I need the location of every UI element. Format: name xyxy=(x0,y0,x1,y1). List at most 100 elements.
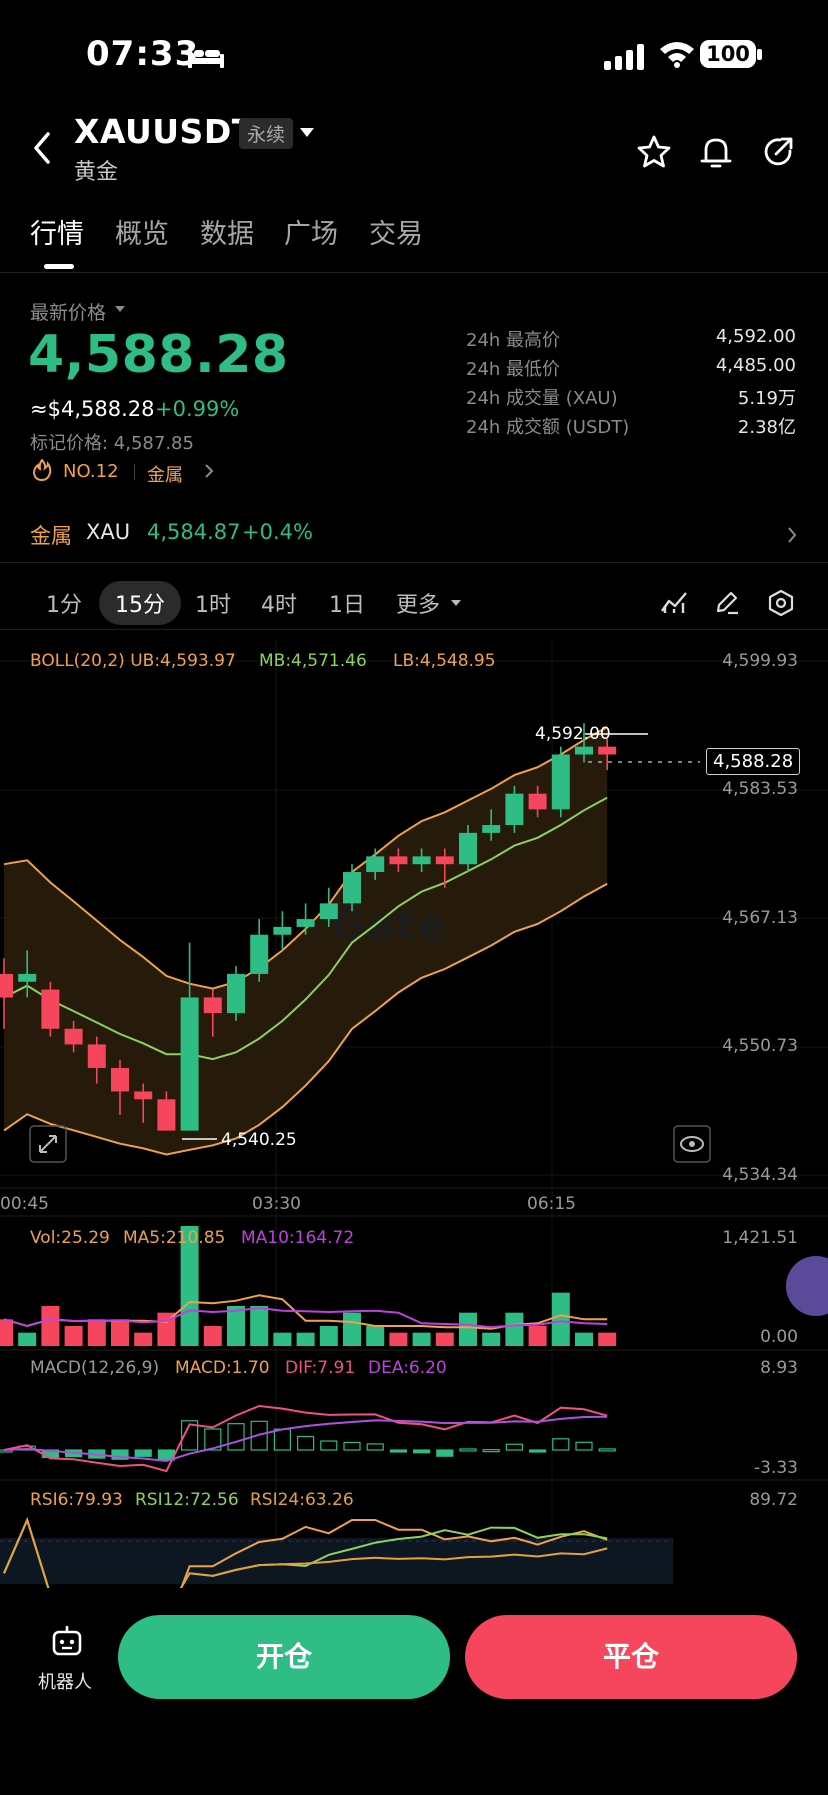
price-axis-label: 4,583.53 xyxy=(722,779,798,799)
macd-histogram-bar xyxy=(413,1449,431,1454)
volume-bar xyxy=(18,1332,37,1346)
macd-params-label: MACD(12,26,9) xyxy=(30,1358,160,1378)
volume-bar xyxy=(551,1292,570,1346)
macd-axis-label: -3.33 xyxy=(754,1458,798,1478)
rsi-axis-label: 89.72 xyxy=(749,1490,798,1510)
volume-bar xyxy=(459,1312,477,1346)
volume-bar xyxy=(296,1332,315,1346)
candle-body xyxy=(575,746,593,755)
macd-histogram-bar xyxy=(552,1438,570,1451)
candle-body xyxy=(343,872,361,904)
macd-histogram-bar xyxy=(320,1440,338,1451)
volume-bar xyxy=(111,1319,129,1346)
volume-bar xyxy=(134,1332,153,1346)
current-price-tag: 4,588.28 xyxy=(706,748,801,775)
volume-bar xyxy=(203,1326,222,1346)
candle-body xyxy=(459,832,477,865)
candle-body xyxy=(551,754,570,810)
vol-axis-label: 1,421.51 xyxy=(722,1228,798,1248)
candle-body xyxy=(0,973,13,998)
rsi6-label: RSI6:79.93 xyxy=(30,1490,123,1510)
kline-chart[interactable]: Gate xyxy=(0,0,828,1590)
macd-axis-label: 8.93 xyxy=(760,1358,798,1378)
boll-lb-label: LB:4,548.95 xyxy=(393,651,496,671)
candle-body xyxy=(528,793,547,810)
volume-bar xyxy=(64,1326,83,1346)
volume-bar xyxy=(0,1319,13,1346)
volume-bar xyxy=(343,1312,361,1346)
candle-body xyxy=(250,934,269,974)
volume-bar xyxy=(250,1306,269,1346)
candle-body xyxy=(157,1099,176,1131)
volume-bar xyxy=(575,1332,593,1346)
macd-value-label: MACD:1.70 xyxy=(175,1358,270,1378)
low-price-label: 4,540.25 xyxy=(221,1130,297,1150)
price-axis-label: 4,567.13 xyxy=(722,908,798,928)
time-axis-label: 00:45 xyxy=(0,1194,49,1214)
candle-body xyxy=(412,856,431,865)
candle-body xyxy=(227,973,245,1014)
volume-bar xyxy=(319,1326,338,1346)
candle-body xyxy=(319,903,338,920)
dea-label: DEA:6.20 xyxy=(368,1358,447,1378)
boll-mb-label: MB:4,571.46 xyxy=(259,651,367,671)
candle-body xyxy=(41,989,60,1029)
time-axis-label: 03:30 xyxy=(252,1194,301,1214)
macd-histogram-bar xyxy=(343,1441,361,1451)
volume-bar xyxy=(366,1326,385,1346)
volume-bar xyxy=(598,1332,617,1346)
robot-icon[interactable] xyxy=(50,1624,84,1658)
bottom-action-bar: 机器人 开仓 平仓 xyxy=(0,1588,828,1795)
macd-histogram-bar xyxy=(227,1423,245,1451)
volume-bar xyxy=(389,1332,408,1346)
close-position-button[interactable]: 平仓 xyxy=(465,1615,797,1699)
volume-bar xyxy=(505,1312,524,1346)
macd-histogram-bar xyxy=(389,1449,407,1453)
candle-body xyxy=(18,973,37,982)
macd-histogram-bar xyxy=(436,1449,454,1457)
high-price-label: 4,592.00 xyxy=(535,724,611,744)
watermark-logo: Gate xyxy=(330,900,447,951)
candle-body xyxy=(296,919,315,927)
ma5-label: MA5:210.85 xyxy=(123,1228,226,1248)
dif-label: DIF:7.91 xyxy=(285,1358,356,1378)
time-axis-label: 06:15 xyxy=(527,1194,576,1214)
macd-histogram-bar xyxy=(297,1435,315,1451)
candle-body xyxy=(482,825,501,833)
price-axis-label: 4,599.93 xyxy=(722,651,798,671)
volume-bar xyxy=(41,1306,60,1346)
rsi12-label: RSI12:72.56 xyxy=(135,1490,239,1510)
macd-histogram-bar xyxy=(459,1448,477,1452)
robot-label[interactable]: 机器人 xyxy=(38,1668,92,1694)
volume-bar xyxy=(435,1332,454,1346)
price-axis-label: 4,550.73 xyxy=(722,1036,798,1056)
candle-body xyxy=(598,746,617,755)
candle-body xyxy=(111,1067,129,1092)
macd-histogram-bar xyxy=(505,1443,523,1451)
vol-axis-label: 0.00 xyxy=(760,1327,798,1347)
boll-label: BOLL(20,2) UB:4,593.97 xyxy=(30,651,236,671)
candle-body xyxy=(505,793,524,826)
macd-histogram-bar xyxy=(366,1443,384,1451)
macd-histogram-bar xyxy=(482,1449,500,1453)
candle-body xyxy=(273,926,292,935)
vol-label: Vol:25.29 xyxy=(30,1228,110,1248)
ma10-label: MA10:164.72 xyxy=(241,1228,355,1248)
volume-bar xyxy=(273,1332,292,1346)
candle-body xyxy=(435,856,454,865)
macd-histogram-bar xyxy=(598,1448,616,1452)
open-position-button[interactable]: 开仓 xyxy=(118,1615,450,1699)
volume-bar xyxy=(412,1332,431,1346)
candle-body xyxy=(64,1028,83,1045)
price-axis-label: 4,534.34 xyxy=(722,1165,798,1185)
candle-body xyxy=(134,1091,153,1100)
volume-bar xyxy=(87,1319,106,1346)
volume-bar xyxy=(528,1326,547,1346)
candle-body xyxy=(203,997,222,1014)
macd-histogram-bar xyxy=(273,1428,291,1451)
rsi24-label: RSI24:63.26 xyxy=(250,1490,354,1510)
candle-body xyxy=(87,1044,106,1068)
macd-histogram-bar xyxy=(575,1441,593,1451)
macd-histogram-bar xyxy=(134,1449,152,1457)
candle-body xyxy=(180,997,199,1131)
